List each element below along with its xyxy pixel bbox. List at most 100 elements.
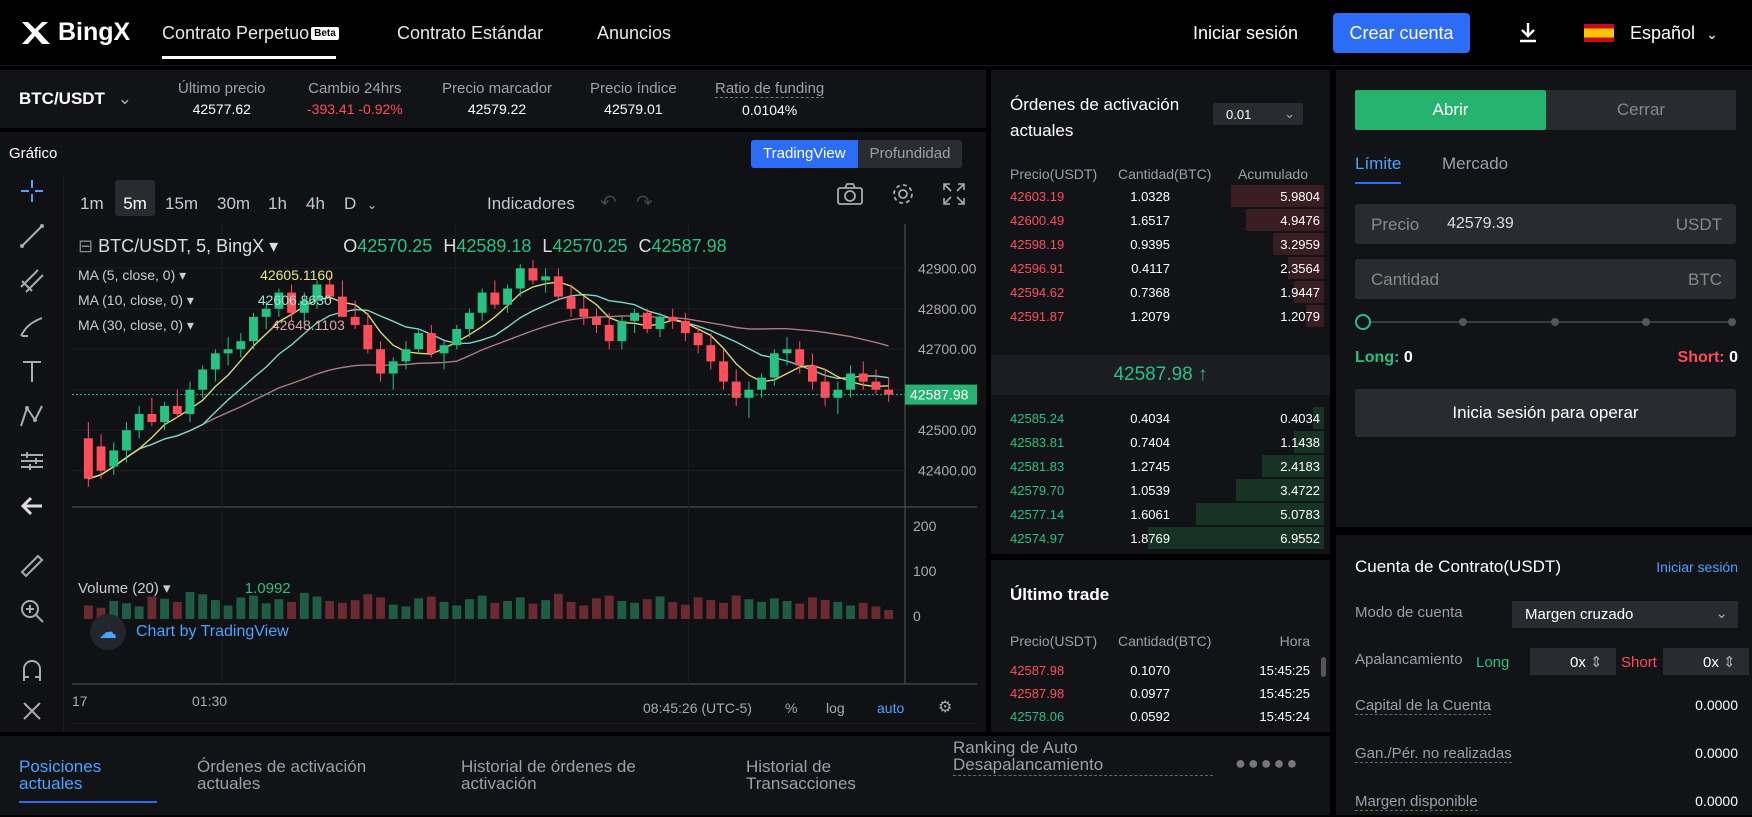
bid-row[interactable]: 42583.81 0.7404 1.1438 [991,430,1330,454]
tab-transaction-history[interactable]: Historial de Transacciones [746,758,866,792]
ask-row[interactable]: 42603.19 1.0328 5.9804 [991,184,1330,208]
trend-line-icon[interactable] [18,222,46,250]
download-icon[interactable] [1516,20,1540,44]
trades-scrollbar[interactable] [1321,657,1326,677]
bid-row[interactable]: 42579.70 1.0539 3.4722 [991,478,1330,502]
ask-amount: 1.0328 [1130,189,1170,204]
ask-row[interactable]: 42600.49 1.6517 4.9476 [991,208,1330,232]
ask-amount: 0.4117 [1131,261,1170,276]
pair-selector[interactable]: BTC/USDT ⌄ [19,89,132,109]
zoom-in-icon[interactable] [18,597,46,625]
close-tab[interactable]: Cerrar [1546,90,1736,130]
brush-icon[interactable] [18,312,46,340]
collapse-toolbar-icon[interactable] [18,697,46,725]
language-selector[interactable]: Español ⌄ [1630,23,1718,44]
timeframe-1h[interactable]: 1h [268,194,287,214]
back-arrow-icon[interactable] [18,492,46,520]
long-amount: Long: 0 [1355,349,1413,366]
timeframe-15m[interactable]: 15m [165,194,198,214]
stepper-icon[interactable]: ⇕ [1590,654,1603,671]
ruler-icon[interactable] [18,552,46,580]
tab-trigger-history[interactable]: Historial de órdenes de activación [461,758,661,792]
prediction-tool-icon[interactable] [18,447,46,475]
long-leverage-input[interactable]: 0x ⇕ [1530,648,1616,675]
timeframe-1m[interactable]: 1m [80,194,104,214]
login-link[interactable]: Iniciar sesión [1193,23,1298,44]
ma5-legend[interactable]: MA (5, close, 0) ▾ 42605.1160 [78,267,333,284]
ask-row[interactable]: 42596.91 0.4117 2.3564 [991,256,1330,280]
ask-row[interactable]: 42598.19 0.9395 3.2959 [991,232,1330,256]
redo-icon[interactable]: ↷ [636,190,653,215]
timeframe-d[interactable]: D ⌄ [344,194,377,214]
volume-bar [337,602,347,619]
tab-tradingview[interactable]: TradingView [751,140,858,168]
timeframe-5m[interactable]: 5m [115,180,155,216]
index-price: Precio índice 42579.01 [590,80,677,117]
leverage-label: Apalancamiento [1355,651,1463,668]
funding-ratio[interactable]: Ratio de funding 0.0104% [715,80,825,118]
timeframe-4h[interactable]: 4h [306,194,325,214]
ma10-legend[interactable]: MA (10, close, 0) ▾ 42606.8630 [78,292,332,309]
fib-tool-icon[interactable] [18,267,46,295]
slider-handle[interactable] [1355,314,1371,330]
bid-row[interactable]: 42581.83 1.2745 2.4183 [991,454,1330,478]
stepper-icon[interactable]: ⇕ [1723,654,1736,671]
account-row-label[interactable]: Capital de la Cuenta [1355,697,1491,715]
tab-trigger-orders[interactable]: Órdenes de activación actuales [197,758,397,792]
account-row-label[interactable]: Margen disponible [1355,793,1478,811]
volume-bar [401,606,411,619]
collapse-legend-icon[interactable]: ⊟ [78,236,93,256]
precision-select[interactable]: 0.01 ⌄ [1213,103,1303,125]
short-leverage-input[interactable]: 0x ⇕ [1663,648,1749,675]
auto-toggle[interactable]: auto [877,700,904,716]
bid-amount: 1.6061 [1130,507,1170,522]
chart-settings-icon[interactable]: ⚙ [938,697,952,717]
settings-icon[interactable] [890,181,916,207]
symbol-legend[interactable]: ⊟ BTC/USDT, 5, BingX ▾ O42570.25 H42589.… [78,236,727,257]
tab-current-positions[interactable]: Posiciones actuales [19,758,139,792]
account-login-link[interactable]: Iniciar sesión [1656,559,1738,575]
indicators-button[interactable]: Indicadores [487,194,575,214]
limit-tab[interactable]: Límite [1355,154,1401,174]
volume-bar [528,603,538,619]
nav-standard-contract[interactable]: Contrato Estándar [397,23,543,44]
pattern-tool-icon[interactable] [18,402,46,430]
quantity-input[interactable]: Cantidad BTC [1355,259,1736,299]
bid-row[interactable]: 42577.14 1.6061 5.0783 [991,502,1330,526]
undo-icon[interactable]: ↶ [600,190,617,215]
volume-legend[interactable]: Volume (20) ▾ 1.0992 [78,579,291,597]
ask-row[interactable]: 42594.62 0.7368 1.9447 [991,280,1330,304]
tradingview-watermark[interactable]: ☁ Chart by TradingView [90,614,289,650]
bid-row[interactable]: 42585.24 0.4034 0.4034 [991,406,1330,430]
price-input[interactable]: Precio 42579.39 USDT [1355,204,1736,244]
log-toggle[interactable]: log [826,700,845,716]
login-to-trade-button[interactable]: Inicia sesión para operar [1355,389,1736,437]
bingx-logo[interactable]: BingX [20,18,130,47]
market-tab[interactable]: Mercado [1442,154,1508,174]
tab-adl-ranking[interactable]: Ranking de Auto Desapalancamiento [953,739,1213,776]
short-amount: Short: 0 [1677,349,1738,366]
nav-announcements[interactable]: Anuncios [597,23,671,44]
x-tick-17: 17 [72,693,88,709]
account-row-label[interactable]: Gan./Pér. no realizadas [1355,745,1512,763]
ma30-legend[interactable]: MA (30, close, 0) ▾ 42648.1103 [78,317,345,334]
leverage-slider[interactable] [1363,321,1733,323]
account-mode-select[interactable]: Margen cruzado ⌄ [1512,601,1738,628]
magnet-icon[interactable] [18,657,46,685]
bid-row[interactable]: 42574.97 1.8769 6.9552 [991,526,1330,550]
create-account-button[interactable]: Crear cuenta [1333,13,1470,53]
tab-depth[interactable]: Profundidad [857,140,963,168]
crosshair-icon[interactable] [18,177,46,205]
volume-bar [769,598,779,619]
nav-perpetual-contract[interactable]: Contrato Perpetuo Beta [162,23,339,59]
ask-row[interactable]: 42591.87 1.2079 1.2079 [991,304,1330,328]
percent-toggle[interactable]: % [785,700,797,716]
account-row: Gan./Pér. no realizadas 0.0000 [1336,745,1752,769]
timeframe-30m[interactable]: 30m [217,194,250,214]
text-tool-icon[interactable] [18,357,46,385]
volume-bar [630,602,640,619]
fullscreen-icon[interactable] [942,182,966,206]
long-leverage-label: Long [1476,654,1510,671]
open-tab[interactable]: Abrir [1355,90,1546,130]
camera-icon[interactable] [836,182,864,206]
